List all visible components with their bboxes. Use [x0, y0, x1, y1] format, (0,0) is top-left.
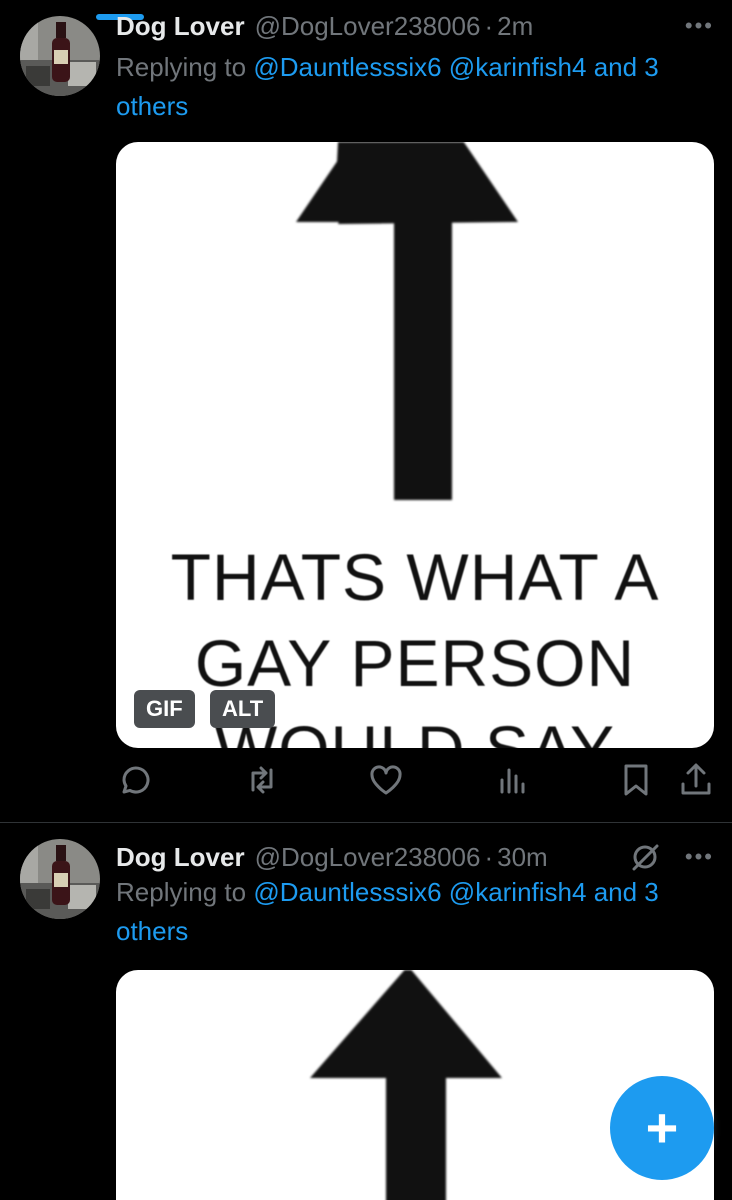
meme-text-line: GAY PERSON: [194, 626, 636, 700]
gif-badge[interactable]: GIF: [134, 690, 195, 728]
mention-link[interactable]: @karinfish4: [449, 52, 587, 82]
avatar[interactable]: [20, 16, 100, 96]
retweet-icon[interactable]: [242, 760, 282, 800]
share-icon[interactable]: [676, 760, 716, 800]
more-icon[interactable]: •••: [678, 13, 714, 39]
like-icon[interactable]: [366, 760, 406, 800]
mention-link[interactable]: @Dauntlesssix6: [253, 877, 441, 907]
separator: ·: [484, 10, 494, 41]
grok-icon[interactable]: [630, 842, 660, 872]
replying-prefix: Replying to: [116, 877, 247, 907]
tweet-header: Dog Lover @DogLover238006 · 30m •••: [116, 837, 714, 877]
views-icon[interactable]: [492, 760, 532, 800]
meme-text-line: THATS WHAT A: [170, 540, 660, 614]
mention-link[interactable]: @Dauntlesssix6: [253, 52, 441, 82]
author-handle[interactable]: @DogLover238006: [255, 842, 481, 873]
author-handle[interactable]: @DogLover238006: [255, 11, 481, 42]
more-icon[interactable]: •••: [678, 844, 714, 870]
media-gif[interactable]: THATS WHAT A GAY PERSON WOULD SAY GIF AL…: [116, 142, 714, 748]
arrow-up-graphic: [310, 970, 502, 1200]
timestamp[interactable]: 2m: [497, 11, 533, 42]
replying-to: Replying to @Dauntlesssix6 @karinfish4 a…: [116, 48, 716, 126]
action-bar: [116, 760, 716, 800]
replying-to: Replying to @Dauntlesssix6 @karinfish4 a…: [116, 873, 716, 951]
bookmark-icon[interactable]: [616, 760, 656, 800]
separator: ·: [484, 841, 494, 872]
avatar[interactable]: [20, 839, 100, 919]
author-name[interactable]: Dog Lover: [116, 11, 245, 42]
compose-button[interactable]: +: [610, 1076, 714, 1180]
timestamp[interactable]: 30m: [497, 842, 548, 873]
alt-badge[interactable]: ALT: [210, 690, 276, 728]
reply-icon[interactable]: [116, 760, 156, 800]
tweet[interactable]: Dog Lover @DogLover238006 · 2m ••• Reply…: [0, 0, 732, 823]
tweet-header: Dog Lover @DogLover238006 · 2m •••: [116, 6, 714, 46]
compose-icon: +: [645, 1096, 679, 1159]
replying-prefix: Replying to: [116, 52, 247, 82]
author-name[interactable]: Dog Lover: [116, 842, 245, 873]
mention-link[interactable]: @karinfish4: [449, 877, 587, 907]
media-gif[interactable]: [116, 970, 714, 1200]
meme-text-line: WOULD SAY: [116, 706, 714, 748]
